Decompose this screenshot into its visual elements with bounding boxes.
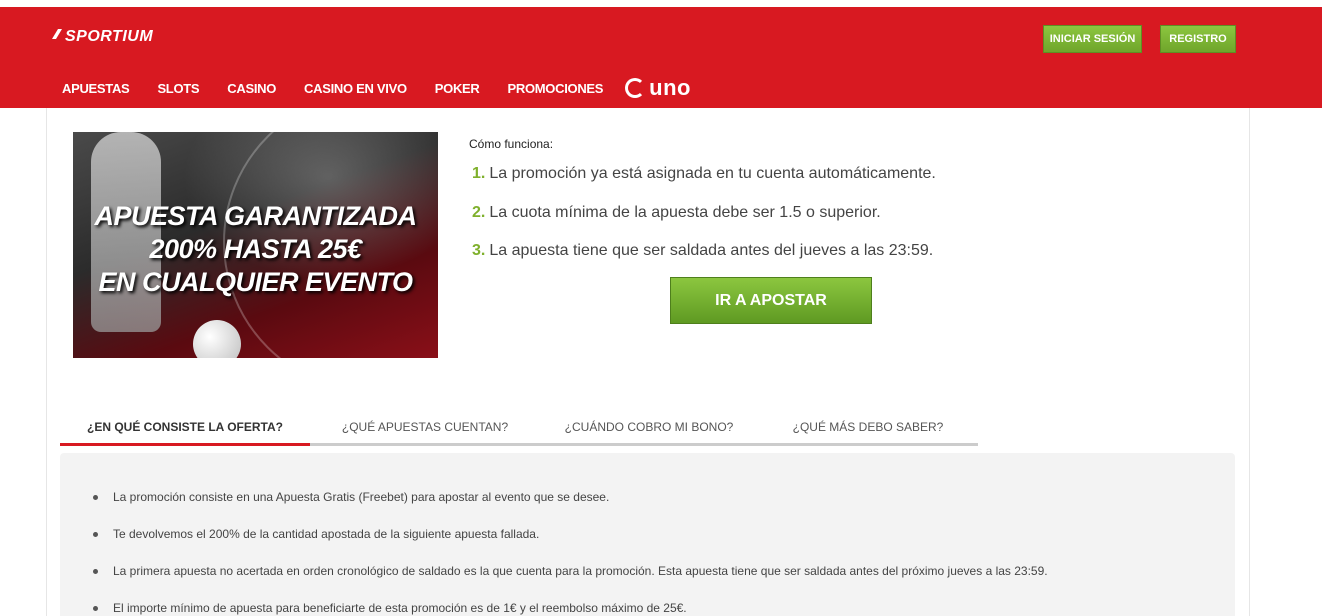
banner-line-2: 200% HASTA 25€ [149,234,362,264]
step-number: 2. [472,204,486,221]
uno-label: uno [649,75,691,100]
step-text: La apuesta tiene que ser saldada antes d… [489,242,934,259]
bet-now-button[interactable]: IR A APOSTAR [670,277,872,324]
step-text: La cuota mínima de la apuesta debe ser 1… [489,204,881,221]
how-it-works-title: Cómo funciona: [469,137,554,151]
nav-item-casino[interactable]: CASINO [227,81,276,96]
banner-line-3: EN CUALQUIER EVENTO [98,267,413,297]
banner-line-1: APUESTA GARANTIZADA [94,201,418,231]
main-nav: APUESTAS SLOTS CASINO CASINO EN VIVO POK… [62,75,691,101]
top-gap [0,0,1322,7]
logo-mark-icon [50,27,64,46]
tab-bonus-payout[interactable]: ¿CUÁNDO COBRO MI BONO? [540,412,758,443]
list-item: La promoción consiste en una Apuesta Gra… [93,490,1048,527]
step-number: 1. [472,165,486,182]
offer-bullet-list: La promoción consiste en una Apuesta Gra… [93,490,1048,616]
tab-eligible-bets[interactable]: ¿QUÉ APUESTAS CUENTAN? [310,412,540,443]
soccer-ball-icon [193,320,241,358]
uno-icon [625,78,646,98]
logo-text: SPORTIUM [65,27,154,45]
step-number: 3. [472,242,486,259]
banner-headline: APUESTA GARANTIZADA 200% HASTA 25€ EN CU… [73,200,438,299]
site-header: SPORTIUM INICIAR SESIÓN REGISTRO APUESTA… [0,7,1322,108]
step-1: 1. La promoción ya está asignada en tu cu… [472,165,936,183]
step-3: 3. La apuesta tiene que ser saldada antes… [472,242,933,260]
nav-item-poker[interactable]: POKER [435,81,480,96]
step-text: La promoción ya está asignada en tu cuen… [489,165,936,182]
nav-item-apuestas[interactable]: APUESTAS [62,81,130,96]
register-button[interactable]: REGISTRO [1160,25,1236,53]
tab-more-info[interactable]: ¿QUÉ MÁS DEBO SABER? [758,412,978,443]
list-item: La primera apuesta no acertada en orden … [93,564,1048,601]
list-item: Te devolvemos el 200% de la cantidad apo… [93,527,1048,564]
nav-item-slots[interactable]: SLOTS [157,81,199,96]
list-item: El importe mínimo de apuesta para benefi… [93,601,1048,616]
login-button[interactable]: INICIAR SESIÓN [1043,25,1142,53]
promo-banner: APUESTA GARANTIZADA 200% HASTA 25€ EN CU… [73,132,438,358]
nav-item-casino-en-vivo[interactable]: CASINO EN VIVO [304,81,407,96]
nav-item-uno[interactable]: uno [625,75,691,101]
sportium-logo[interactable]: SPORTIUM [50,27,153,46]
offer-tabs: ¿EN QUÉ CONSISTE LA OFERTA? ¿QUÉ APUESTA… [60,412,978,446]
nav-item-promociones[interactable]: PROMOCIONES [508,81,604,96]
tab-offer[interactable]: ¿EN QUÉ CONSISTE LA OFERTA? [60,412,310,446]
step-2: 2. La cuota mínima de la apuesta debe ser… [472,204,881,222]
